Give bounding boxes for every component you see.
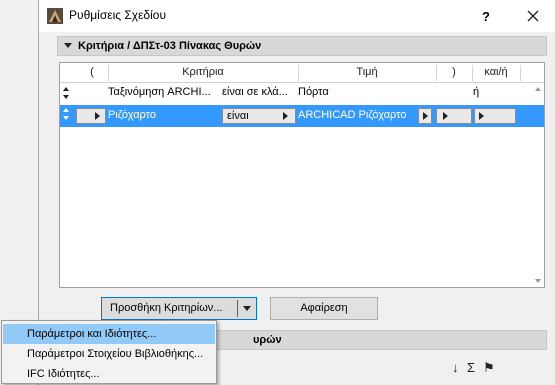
popup-arrow-icon	[479, 112, 484, 120]
value-popup[interactable]	[418, 108, 432, 124]
remove-button[interactable]: Αφαίρεση	[270, 297, 378, 320]
second-section-title: υρών	[253, 334, 282, 346]
add-criteria-menu: Παράμετροι και Ιδιότητες... Παράμετροι Σ…	[1, 320, 217, 384]
reorder-icon[interactable]	[63, 87, 70, 99]
vertical-scrollbar[interactable]	[534, 85, 542, 285]
reorder-icon[interactable]	[63, 108, 70, 120]
sum-icon[interactable]: Σ	[467, 360, 475, 375]
menu-item-library-parameters[interactable]: Παράμετροι Στοιχείου Βιβλιοθήκης...	[3, 344, 215, 364]
and-or-popup[interactable]	[474, 108, 516, 124]
header-value: Τιμή	[356, 66, 378, 78]
close-paren-popup[interactable]	[436, 108, 472, 124]
criteria-section-title: Κριτήρια / ΔΠΣτ-03 Πίνακας Θυρών	[78, 40, 262, 52]
header-and-or: και/ή	[484, 66, 508, 78]
operator-value: είναι	[227, 110, 249, 122]
column-divider	[520, 65, 521, 81]
collapse-triangle-icon	[64, 43, 72, 48]
menu-item-ifc-properties[interactable]: IFC Ιδιότητες...	[3, 364, 215, 384]
popup-arrow-icon	[95, 112, 100, 120]
header-open-paren: (	[90, 66, 94, 78]
value-cell[interactable]: ARCHICAD Ριζόχαρτο	[298, 109, 418, 121]
criteria-table: ( Κριτήρια Τιμή ) και/ή Ταξινόμηση ARCHI…	[59, 62, 545, 288]
add-criteria-button[interactable]: Προσθήκη Κριτηρίων...	[101, 297, 257, 320]
app-icon	[47, 8, 63, 24]
add-criteria-label: Προσθήκη Κριτηρίων...	[110, 302, 223, 314]
menu-item-parameters-properties[interactable]: Παράμετροι και Ιδιότητες...	[3, 324, 215, 344]
operator-popup[interactable]: είναι	[222, 108, 296, 124]
help-button[interactable]: ?	[474, 4, 498, 28]
popup-arrow-icon	[423, 112, 428, 120]
sort-icon[interactable]: ↓	[452, 360, 459, 375]
table-row[interactable]: Ταξινόμηση ARCHI... είναι σε κλά... Πόρτ…	[60, 84, 544, 102]
split-divider	[237, 300, 238, 317]
open-paren-popup[interactable]	[76, 108, 106, 124]
criteria-section-header[interactable]: Κριτήρια / ΔΠΣτ-03 Πίνακας Θυρών	[57, 36, 547, 56]
window-title: Ρυθμίσεις Σχεδίου	[69, 8, 167, 22]
header-close-paren: )	[452, 66, 456, 78]
pin-icon[interactable]: ⚑	[483, 360, 495, 376]
value-cell[interactable]: Πόρτα	[298, 86, 432, 98]
table-header: ( Κριτήρια Τιμή ) και/ή	[60, 63, 544, 83]
and-or-cell[interactable]: ή	[473, 86, 513, 98]
title-bar: Ρυθμίσεις Σχεδίου ?	[39, 0, 555, 32]
table-row-selected[interactable]: Ριζόχαρτο είναι ARCHICAD Ριζόχαρτο	[60, 105, 544, 127]
criterion-cell[interactable]: Ταξινόμηση ARCHI...	[108, 86, 218, 98]
close-icon	[527, 10, 539, 22]
popup-arrow-icon	[283, 112, 288, 120]
operator-cell[interactable]: είναι σε κλά...	[222, 86, 296, 98]
criterion-cell[interactable]: Ριζόχαρτο	[108, 109, 218, 121]
popup-arrow-icon	[443, 112, 448, 120]
dropdown-arrow-icon[interactable]	[243, 306, 251, 311]
header-criteria: Κριτήρια	[182, 66, 224, 78]
close-button[interactable]	[518, 4, 548, 28]
